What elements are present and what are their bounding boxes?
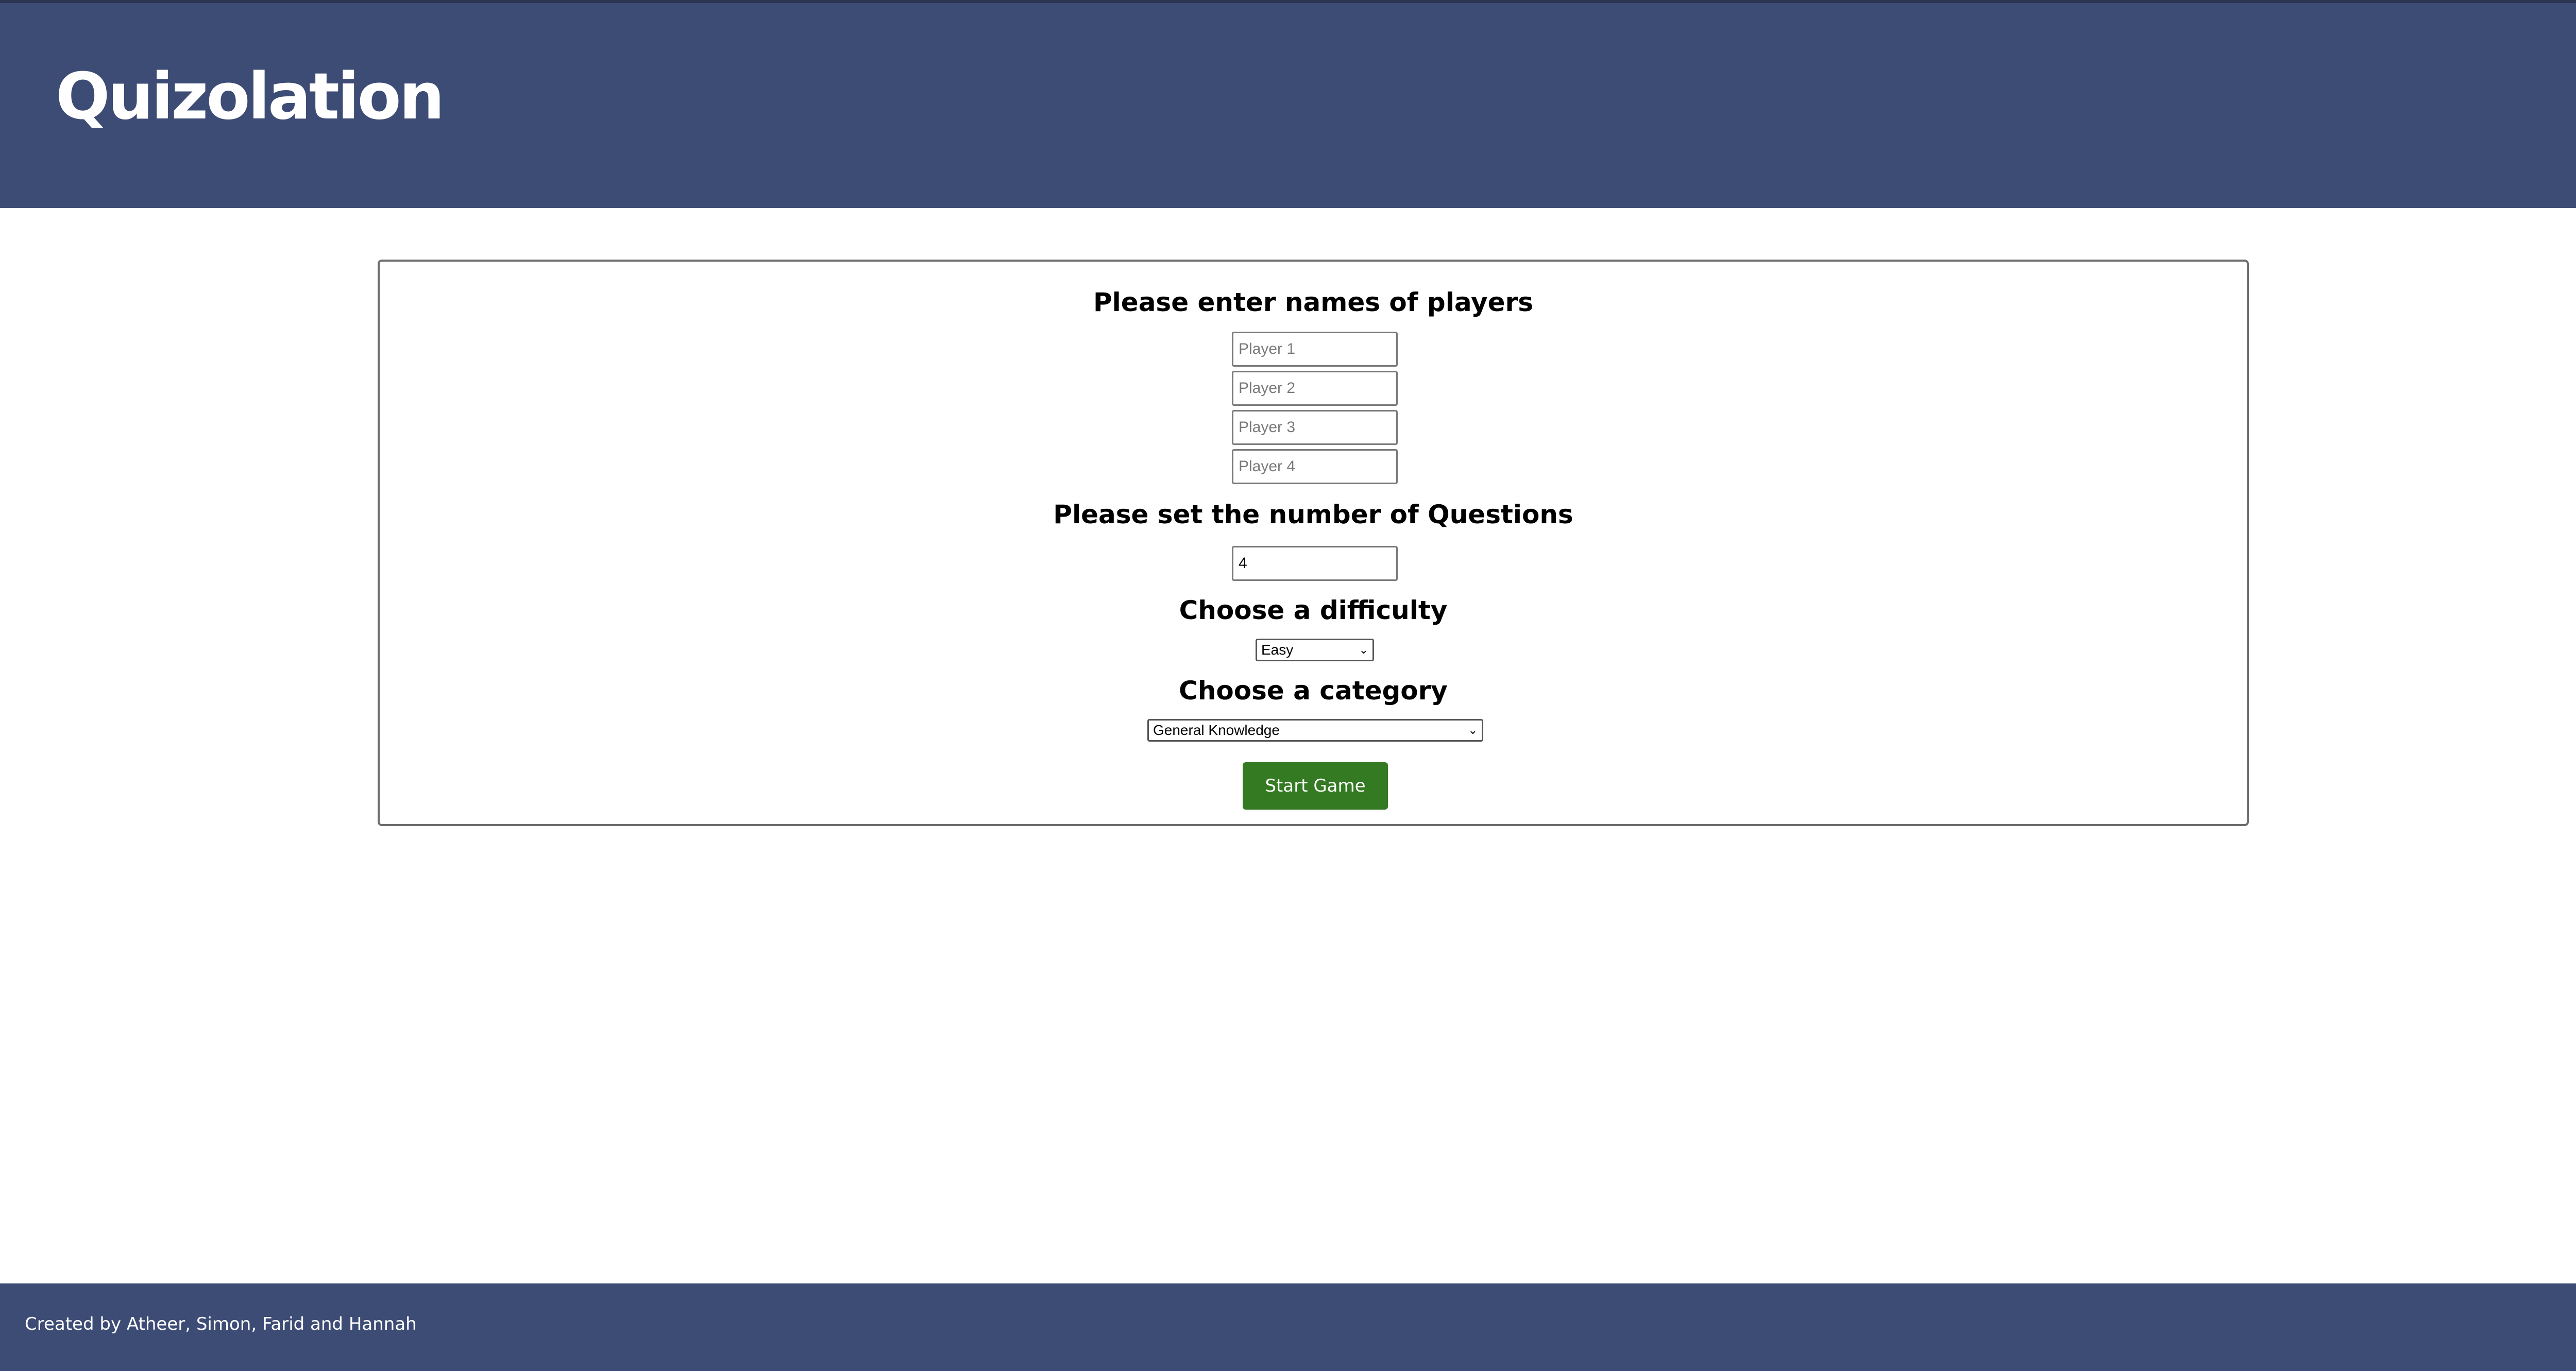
question-count-input[interactable]	[1232, 546, 1398, 581]
player-3-input[interactable]	[1232, 410, 1398, 445]
difficulty-heading: Choose a difficulty	[1179, 595, 1448, 625]
category-selected-value: General Knowledge	[1153, 722, 1280, 738]
questions-heading: Please set the number of Questions	[1053, 500, 1573, 529]
player-4-input[interactable]	[1232, 449, 1398, 484]
app-title: Quizolation	[56, 60, 445, 134]
credits-text: Created by Atheer, Simon, Farid and Hann…	[25, 1314, 417, 1334]
category-heading: Choose a category	[1179, 676, 1448, 706]
start-game-button[interactable]: Start Game	[1243, 762, 1388, 810]
game-setup-panel: Please enter names of players Please set…	[378, 260, 2249, 826]
category-select[interactable]: General Knowledge ⌄	[1147, 719, 1483, 742]
app-footer: Created by Atheer, Simon, Farid and Hann…	[0, 1283, 2576, 1371]
players-heading: Please enter names of players	[1093, 287, 1533, 317]
app-header: Quizolation	[0, 3, 2576, 208]
difficulty-select[interactable]: Easy ⌄	[1256, 639, 1374, 661]
difficulty-selected-value: Easy	[1261, 642, 1294, 658]
player-1-input[interactable]	[1232, 332, 1398, 367]
chevron-down-icon: ⌄	[1468, 724, 1478, 736]
player-2-input[interactable]	[1232, 371, 1398, 406]
chevron-down-icon: ⌄	[1359, 643, 1368, 656]
